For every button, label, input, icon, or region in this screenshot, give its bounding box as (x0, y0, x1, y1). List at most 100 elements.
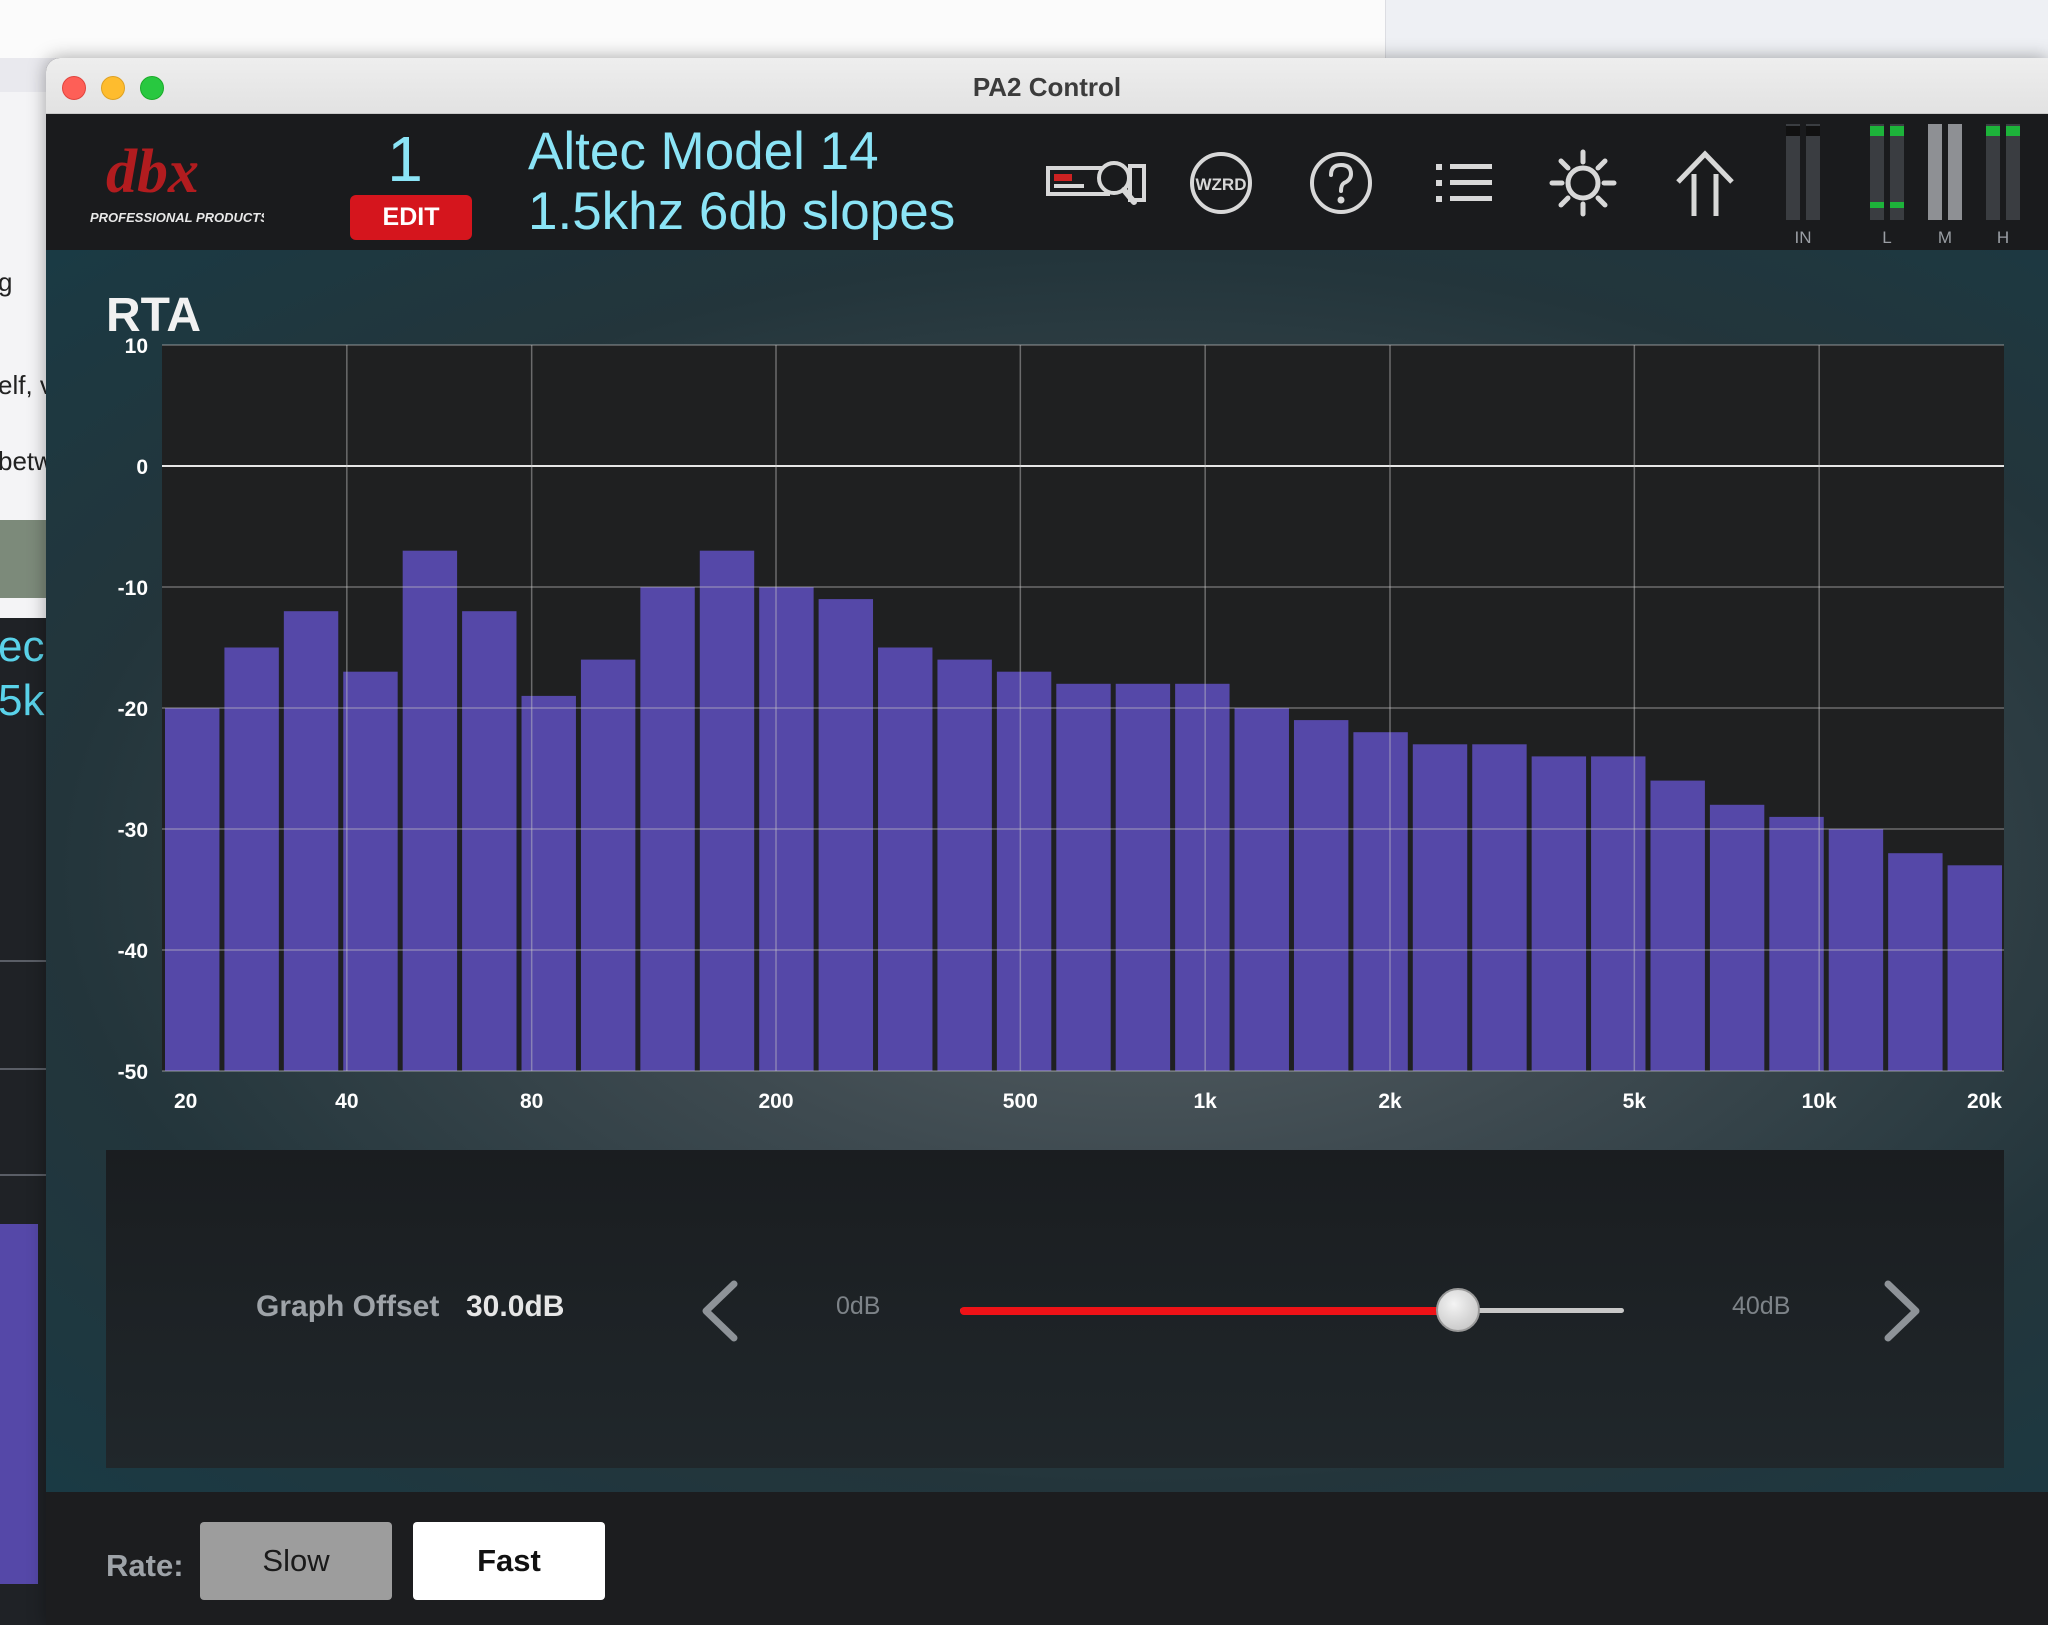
meter-label: M (1937, 228, 1953, 247)
rta-bar (1234, 708, 1289, 1071)
rta-bar (699, 550, 755, 1071)
rta-bar (343, 671, 398, 1071)
list-icon[interactable] (1426, 146, 1500, 220)
y-tick-label: -30 (118, 819, 148, 842)
rta-bar (1412, 744, 1468, 1071)
svg-text:WZRD: WZRD (1196, 175, 1247, 194)
slider-thumb[interactable] (1436, 1288, 1480, 1332)
help-icon[interactable] (1304, 146, 1378, 220)
home-icon[interactable] (1668, 146, 1742, 220)
rta-bar (1709, 804, 1765, 1071)
rta-bar (1056, 683, 1111, 1071)
y-tick-label: 10 (125, 335, 148, 358)
rta-bar (165, 708, 220, 1071)
background-window-edge (1385, 0, 2048, 58)
meter-in-right (1806, 124, 1820, 220)
background-text: 5kh (0, 676, 47, 725)
rta-bar (818, 599, 874, 1071)
meter-l-left (1870, 124, 1884, 220)
meter-m-left (1928, 124, 1942, 220)
rta-bar (462, 611, 517, 1071)
rta-bar (1888, 853, 1943, 1071)
rta-bar (1591, 756, 1646, 1071)
background-text: ec (0, 622, 45, 671)
preset-name: Altec Model 14 1.5khz 6db slopes (528, 122, 955, 242)
rta-chart: 10 0 -10 -20 -30 -40 -50 20 40 80 200 500 1k 2k 5k 10k 2… (118, 335, 2004, 1113)
background-text: betw (0, 446, 47, 476)
x-tick-label: 1k (1193, 1090, 1217, 1113)
meter-h-left (1986, 124, 2000, 220)
x-tick-label: 80 (520, 1090, 543, 1113)
background-window: g elf, v betw ec 5kh (0, 92, 47, 1625)
meter-l-right (1890, 124, 1904, 220)
rta-bar (996, 671, 1052, 1071)
x-tick-label: 5k (1623, 1090, 1647, 1113)
x-tick-label: 10k (1802, 1090, 1837, 1113)
slider-fill (960, 1307, 1458, 1315)
y-tick-label: -20 (118, 698, 148, 721)
rate-slow-button[interactable]: Slow (200, 1522, 392, 1600)
device-search-icon[interactable] (1044, 146, 1150, 220)
graph-offset-panel: Graph Offset 30.0dB 0dB 40dB (106, 1150, 2004, 1468)
x-tick-label: 40 (335, 1090, 358, 1113)
rta-bar (878, 647, 933, 1071)
background-text: elf, v (0, 370, 47, 400)
rta-bar (937, 659, 992, 1071)
y-tick-label: -10 (118, 577, 148, 600)
header-bar: dbx PROFESSIONAL PRODUCTS 1 EDIT Altec M… (46, 114, 2048, 250)
chevron-left-icon (702, 1280, 738, 1342)
rta-bar (1650, 780, 1705, 1071)
edit-button[interactable]: EDIT (350, 195, 472, 240)
footer-bar: Rate: Slow Fast (46, 1492, 2048, 1625)
x-tick-label: 20k (1967, 1090, 2002, 1113)
title-bar: PA2 Control (46, 58, 2048, 114)
svg-text:dbx: dbx (106, 138, 199, 206)
preset-name-line2: 1.5khz 6db slopes (528, 182, 956, 241)
rta-bar (283, 611, 339, 1071)
preset-number: 1 (387, 123, 423, 195)
meter-label: L (1882, 228, 1892, 247)
window-title: PA2 Control (972, 72, 1122, 102)
settings-icon[interactable] (1546, 146, 1620, 220)
rta-bar (402, 550, 458, 1071)
x-tick-label: 200 (758, 1090, 793, 1113)
meter-in-left (1786, 124, 1800, 220)
pa2-control-window: PA2 Control dbx PROFESSIONAL PRODUCTS 1 … (46, 58, 2048, 1625)
wizard-icon[interactable]: WZRD (1184, 146, 1258, 220)
x-tick-label: 2k (1378, 1090, 1402, 1113)
slider-max-label: 40dB (1732, 1292, 1791, 1320)
preset-name-line1: Altec Model 14 (528, 122, 879, 181)
rta-bar (521, 695, 576, 1071)
rate-fast-button[interactable]: Fast (413, 1522, 605, 1600)
rta-bar (1531, 756, 1587, 1071)
rta-bar (1947, 865, 2002, 1071)
rta-bar (1472, 744, 1527, 1071)
meter-m-right (1948, 124, 1962, 220)
svg-text:PROFESSIONAL PRODUCTS: PROFESSIONAL PRODUCTS (90, 210, 264, 225)
increase-offset-button[interactable] (1876, 1278, 1926, 1344)
rta-bar (1353, 732, 1408, 1071)
background-text: g (0, 267, 13, 297)
meter-h-right (2006, 124, 2020, 220)
meter-label: IN (1794, 228, 1812, 247)
desktop-background (0, 0, 1385, 58)
graph-offset-value: 30.0dB (466, 1290, 565, 1323)
rta-bar (224, 647, 279, 1071)
rta-bar (1769, 816, 1824, 1071)
dbx-logo: dbx PROFESSIONAL PRODUCTS (84, 132, 269, 232)
chevron-right-icon (1884, 1280, 1920, 1342)
y-tick-label: 0 (136, 456, 148, 479)
rate-label: Rate: (106, 1548, 184, 1583)
graph-offset-slider[interactable] (960, 1288, 1624, 1332)
meter-label: H (1996, 228, 2010, 247)
decrease-offset-button[interactable] (696, 1278, 746, 1344)
graph-offset-label: Graph Offset (256, 1290, 440, 1323)
x-tick-label: 20 (174, 1090, 197, 1113)
rta-panel: RTA 10 0 -10 -20 -30 -40 -50 20 40 80 200 500 1k 2k 5k… (46, 250, 2048, 1492)
x-tick-label: 500 (1003, 1090, 1038, 1113)
rta-bar (1175, 683, 1230, 1071)
rta-bar (1115, 683, 1171, 1071)
y-tick-label: -40 (118, 940, 148, 963)
rta-bar (580, 659, 636, 1071)
y-tick-label: -50 (118, 1061, 148, 1084)
